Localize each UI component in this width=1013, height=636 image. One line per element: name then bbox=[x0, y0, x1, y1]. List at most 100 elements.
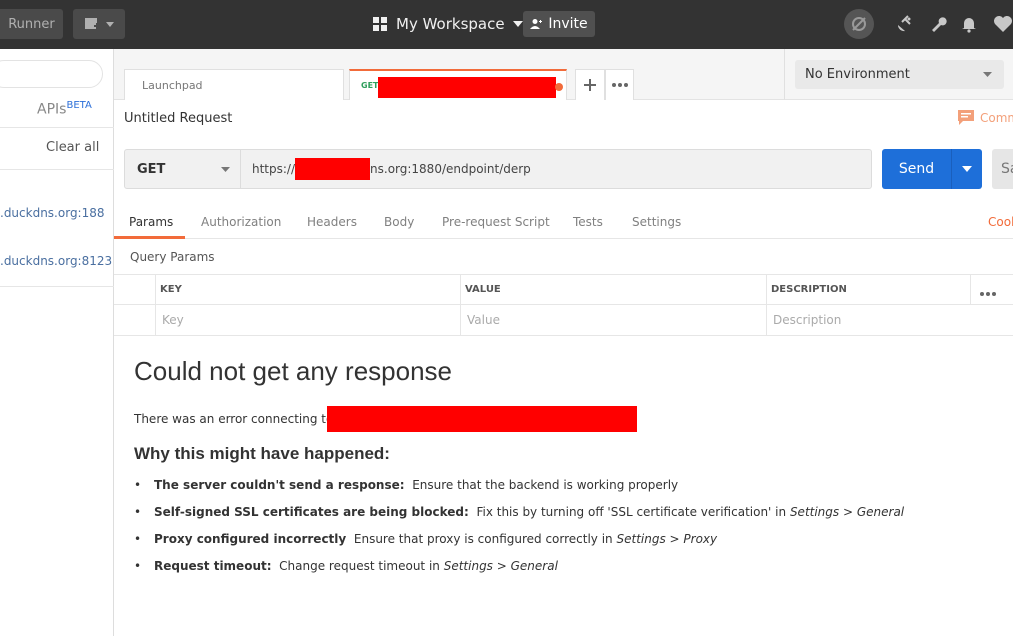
new-window-button[interactable] bbox=[73, 9, 125, 39]
subtab-params[interactable]: Params bbox=[129, 215, 173, 229]
error-message: There was an error connecting to bbox=[134, 406, 638, 432]
redacted-host bbox=[327, 406, 638, 432]
runner-button[interactable]: Runner bbox=[0, 9, 63, 39]
column-divider bbox=[970, 275, 971, 305]
more-icon bbox=[611, 83, 628, 87]
column-divider bbox=[766, 275, 767, 335]
environment-label: No Environment bbox=[805, 67, 910, 82]
save-label: Sa bbox=[1001, 161, 1013, 177]
invite-label: Invite bbox=[548, 16, 588, 32]
reason-link[interactable]: Settings > Proxy bbox=[617, 532, 718, 546]
error-message-text: There was an error connecting to bbox=[134, 412, 334, 426]
workspace-label: My Workspace bbox=[396, 15, 505, 33]
sidebar-search-input[interactable] bbox=[0, 60, 103, 88]
chevron-down-icon bbox=[221, 167, 230, 172]
divider bbox=[0, 169, 114, 170]
sidebar-tab-apis[interactable]: APIsBETA bbox=[37, 100, 92, 118]
send-options-button[interactable] bbox=[952, 149, 982, 189]
reason-text: Ensure that proxy is configured correctl… bbox=[353, 532, 613, 546]
wrench-icon[interactable] bbox=[928, 12, 950, 36]
apis-label: APIs bbox=[37, 101, 67, 118]
reason-bold: The server couldn't send a response: bbox=[154, 478, 405, 492]
query-params-title: Query Params bbox=[130, 250, 215, 264]
reason-bold: Proxy configured incorrectly bbox=[154, 532, 347, 546]
column-divider bbox=[460, 275, 461, 335]
reason-item: • Request timeout: Change request timeout… bbox=[134, 559, 558, 573]
satellite-icon[interactable] bbox=[893, 12, 915, 36]
runner-label: Runner bbox=[8, 16, 55, 32]
reason-item: • The server couldn't send a response: En… bbox=[134, 478, 679, 492]
send-label: Send bbox=[898, 161, 935, 177]
history-item[interactable]: .duckdns.org:8123 bbox=[0, 254, 112, 268]
key-input[interactable]: Key bbox=[162, 313, 184, 327]
request-title[interactable]: Untitled Request bbox=[124, 111, 232, 126]
save-button[interactable]: Sa bbox=[992, 149, 1013, 189]
bell-icon[interactable] bbox=[958, 12, 980, 36]
description-input[interactable]: Description bbox=[773, 313, 841, 327]
cookies-link[interactable]: Cook bbox=[988, 215, 1013, 229]
grid-icon bbox=[373, 17, 387, 31]
chevron-down-icon bbox=[962, 166, 972, 172]
environment-select[interactable]: No Environment bbox=[795, 60, 1004, 89]
reason-text: Fix this by turning off 'SSL certificate… bbox=[476, 505, 787, 519]
more-icon bbox=[980, 292, 996, 296]
comment-icon bbox=[958, 110, 974, 125]
divider bbox=[0, 127, 114, 128]
send-button-group: Send bbox=[882, 149, 982, 189]
error-title: Could not get any response bbox=[134, 356, 452, 386]
subtab-headers[interactable]: Headers bbox=[307, 215, 357, 229]
new-tab-button[interactable] bbox=[575, 69, 605, 100]
tab-strip: Launchpad GET bbox=[114, 49, 784, 100]
method-label: GET bbox=[137, 161, 166, 177]
chevron-down-icon bbox=[106, 21, 114, 27]
tab-method: GET bbox=[361, 81, 379, 90]
url-input[interactable]: https:// ns.org:1880/endpoint/derp bbox=[241, 150, 531, 188]
bulk-edit-menu-button[interactable] bbox=[980, 285, 996, 299]
reason-bold: Self-signed SSL certificates are being b… bbox=[154, 505, 469, 519]
sync-off-icon[interactable] bbox=[844, 9, 874, 39]
send-button[interactable]: Send bbox=[882, 149, 952, 189]
reason-link[interactable]: Settings > General bbox=[444, 559, 558, 573]
reason-bold: Request timeout: bbox=[154, 559, 272, 573]
url-suffix: ns.org:1880/endpoint/derp bbox=[370, 162, 531, 176]
workspace-switcher[interactable]: My Workspace bbox=[372, 9, 523, 39]
redacted-tab-title bbox=[378, 77, 556, 98]
subtab-pre-request-script[interactable]: Pre-request Script bbox=[442, 215, 550, 229]
comments-button[interactable]: Comm bbox=[958, 110, 1013, 125]
add-user-icon bbox=[530, 19, 543, 29]
value-column-header: VALUE bbox=[465, 284, 501, 295]
tab-label: Launchpad bbox=[142, 78, 203, 92]
url-bar: GET https:// ns.org:1880/endpoint/derp bbox=[124, 149, 872, 189]
sidebar: APIsBETA Clear all .duckdns.org:188 .duc… bbox=[0, 49, 114, 636]
url-prefix: https:// bbox=[252, 162, 296, 176]
comments-label: Comm bbox=[980, 110, 1013, 125]
key-column-header: KEY bbox=[160, 284, 182, 295]
tab-request[interactable]: GET bbox=[349, 69, 567, 100]
method-select[interactable]: GET bbox=[125, 150, 241, 188]
plus-icon bbox=[584, 79, 596, 91]
reason-item: • Self-signed SSL certificates are being … bbox=[134, 505, 905, 519]
why-title: Why this might have happened: bbox=[134, 444, 390, 463]
chevron-down-icon bbox=[512, 21, 523, 27]
tab-launchpad[interactable]: Launchpad bbox=[124, 69, 344, 100]
beta-badge: BETA bbox=[66, 100, 92, 111]
heart-icon[interactable] bbox=[992, 12, 1013, 36]
reason-link[interactable]: Settings > General bbox=[790, 505, 904, 519]
unsaved-dot-icon bbox=[555, 83, 563, 91]
params-table: KEY VALUE DESCRIPTION Key Value Descript… bbox=[114, 274, 1013, 336]
active-tab-underline bbox=[114, 236, 185, 239]
response-error: Could not get any response There was an … bbox=[134, 356, 904, 573]
clear-all-button[interactable]: Clear all bbox=[46, 140, 99, 155]
subtab-body[interactable]: Body bbox=[384, 215, 414, 229]
top-bar: Runner My Workspace Invite bbox=[0, 0, 1013, 49]
redacted-host bbox=[295, 158, 371, 180]
subtab-settings[interactable]: Settings bbox=[632, 215, 681, 229]
environment-bar: No Environment bbox=[784, 49, 1013, 100]
tab-options-button[interactable] bbox=[605, 69, 634, 100]
history-item[interactable]: .duckdns.org:188 bbox=[0, 206, 105, 220]
divider bbox=[0, 286, 114, 287]
invite-button[interactable]: Invite bbox=[523, 11, 595, 37]
subtab-tests[interactable]: Tests bbox=[573, 215, 603, 229]
subtab-authorization[interactable]: Authorization bbox=[201, 215, 281, 229]
value-input[interactable]: Value bbox=[467, 313, 500, 327]
